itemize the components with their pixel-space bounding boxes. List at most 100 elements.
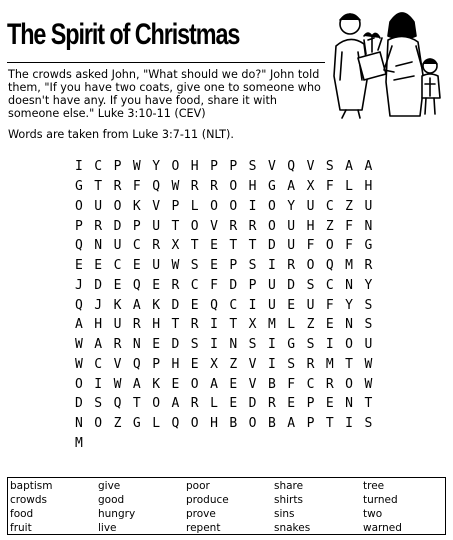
grid-letter: R — [171, 277, 180, 293]
grid-letter: R — [113, 337, 122, 353]
word-bank-item: shirts — [274, 494, 303, 506]
grid-letter: L — [190, 198, 199, 214]
grid-letter: E — [287, 297, 296, 313]
grid-letter: M — [267, 317, 276, 333]
grid-letter: U — [152, 258, 161, 274]
grid-letter: B — [267, 416, 276, 432]
grid-letter: O — [113, 198, 122, 214]
grid-letter: S — [306, 337, 315, 353]
grid-letter: G — [267, 179, 276, 195]
grid-letter: E — [229, 396, 238, 412]
grid-letter: B — [267, 376, 276, 392]
grid-letter: T — [248, 238, 257, 254]
grid-letter: N — [345, 317, 353, 333]
grid-letter: R — [210, 179, 218, 195]
grid-letter: X — [306, 179, 315, 195]
grid-letter: U — [287, 218, 296, 234]
grid-letter: H — [248, 179, 257, 195]
grid-letter: Q — [210, 297, 218, 313]
grid-letter: N — [345, 277, 353, 293]
grid-letter: E — [229, 376, 238, 392]
grid-letter: D — [171, 337, 180, 353]
grid-letter: V — [306, 159, 315, 175]
grid-letter: O — [229, 179, 238, 195]
grid-letter: E — [132, 258, 141, 274]
grid-letter: Q — [132, 356, 141, 372]
grid-letter: Q — [75, 297, 83, 313]
grid-letter: Y — [345, 297, 353, 313]
grid-letter: F — [306, 238, 315, 254]
grid-letter: P — [229, 159, 238, 175]
grid-letter: F — [287, 376, 296, 392]
grid-letter: M — [325, 356, 334, 372]
grid-letter: T — [171, 317, 180, 333]
grid-letter: I — [267, 337, 276, 353]
grid-letter: R — [190, 317, 199, 333]
word-bank-item: two — [363, 508, 383, 520]
source-note: Words are taken from Luke 3:7-11 (NLT). — [8, 128, 234, 141]
word-bank-item: tree — [363, 480, 385, 492]
grid-letter: S — [364, 416, 373, 432]
grid-letter: M — [345, 258, 353, 274]
grid-letter: P — [229, 258, 238, 274]
grid-letter: K — [132, 198, 141, 214]
grid-letter: U — [94, 198, 103, 214]
grid-letter: V — [113, 356, 122, 372]
grid-letter: Q — [132, 277, 141, 293]
grid-letter: R — [306, 356, 315, 372]
grid-letter: Q — [113, 396, 122, 412]
grid-letter: Q — [325, 258, 334, 274]
grid-letter: S — [364, 317, 373, 333]
grid-letter: U — [287, 238, 296, 254]
grid-letter: T — [190, 238, 199, 254]
grid-letter: S — [325, 159, 334, 175]
grid-letter: V — [267, 159, 276, 175]
grid-letter: I — [94, 376, 103, 392]
grid-letter: D — [267, 238, 276, 254]
grid-letter: E — [94, 258, 103, 274]
grid-letter: X — [171, 238, 180, 254]
grid-letter: E — [171, 376, 180, 392]
grid-letter: S — [248, 258, 257, 274]
grid-letter: R — [190, 396, 199, 412]
grid-letter: N — [229, 337, 238, 353]
grid-letter: T — [171, 218, 180, 234]
grid-letter: P — [113, 159, 122, 175]
grid-letter: E — [325, 317, 334, 333]
title-underline — [7, 62, 325, 63]
grid-letter: A — [287, 179, 296, 195]
grid-letter: E — [152, 337, 161, 353]
grid-letter: P — [171, 198, 180, 214]
grid-letter: O — [267, 218, 276, 234]
grid-letter: U — [113, 238, 122, 254]
grid-letter: T — [325, 416, 334, 432]
grid-letter: O — [325, 238, 334, 254]
grid-letter: U — [267, 297, 276, 313]
grid-letter: M — [75, 435, 83, 451]
word-bank-item: turned — [363, 494, 398, 506]
grid-letter: O — [75, 376, 83, 392]
grid-letter: A — [171, 396, 180, 412]
grid-letter: A — [75, 317, 83, 333]
nativity-illustration — [333, 12, 441, 119]
grid-letter: S — [306, 277, 315, 293]
grid-letter: Y — [287, 198, 296, 214]
word-bank: baptism crowds food fruit give good hungry live… — [7, 477, 446, 535]
grid-letter: R — [132, 317, 141, 333]
grid-letter: O — [171, 159, 180, 175]
grid-letter: H — [306, 218, 315, 234]
grid-letter: I — [325, 337, 334, 353]
grid-letter: Q — [75, 238, 83, 254]
grid-letter: O — [190, 218, 199, 234]
grid-letter: E — [287, 396, 296, 412]
grid-letter: P — [306, 416, 315, 432]
grid-letter: I — [345, 416, 353, 432]
grid-letter: Z — [229, 356, 238, 372]
grid-letter: L — [152, 416, 161, 432]
grid-letter: D — [229, 277, 238, 293]
grid-letter: R — [152, 238, 161, 254]
grid-letter: P — [210, 159, 218, 175]
grid-letter: T — [229, 317, 238, 333]
grid-letter: A — [287, 416, 296, 432]
grid-letter: F — [132, 179, 141, 195]
